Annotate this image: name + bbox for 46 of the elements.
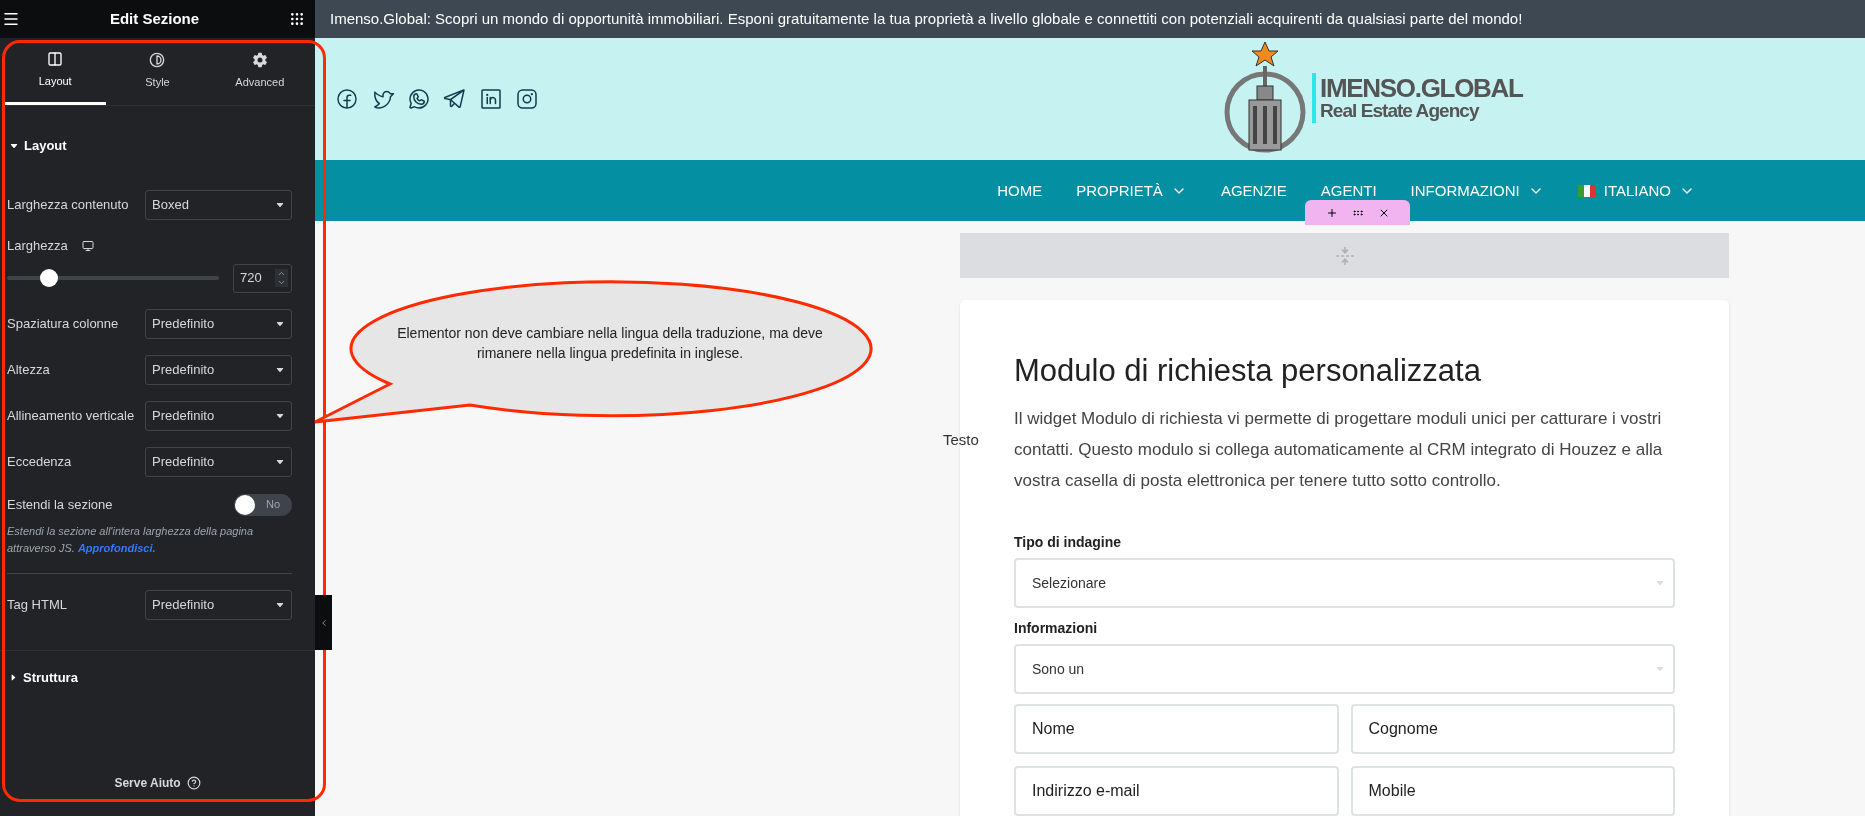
- field-label: Tipo di indagine: [1014, 532, 1123, 552]
- panel-title: Edit Sezione: [109, 8, 200, 29]
- dropdown-select[interactable]: Predefinito: [145, 446, 292, 477]
- select-field[interactable]: Selezionare: [1014, 557, 1675, 608]
- annotation-text: Elementor non deve cambiare nella lingua della traduzione, ma deve rimanere nella lingua predefinita in inglese.: [396, 324, 824, 363]
- panel-tab[interactable]: Style: [106, 38, 209, 105]
- field-label: Informazioni: [1014, 618, 1099, 638]
- section-header[interactable]: Struttura: [9, 667, 308, 687]
- dropdown-select[interactable]: Predefinito: [145, 308, 292, 339]
- panel-tab[interactable]: Advanced: [208, 38, 311, 105]
- logo-name: IMENSO.GLOBAL: [1320, 75, 1523, 101]
- help-text: Estendi la sezione all'intera larghezza della pagina attraverso JS. Approfondisci.: [7, 523, 255, 556]
- control-label: Estendi la sezione: [7, 495, 113, 514]
- nav-link[interactable]: AGENTI: [1320, 183, 1377, 198]
- dropdown-select[interactable]: Predefinito: [145, 589, 292, 620]
- nav-link[interactable]: ITALIANO: [1577, 182, 1695, 199]
- nav-link[interactable]: INFORMAZIONI: [1410, 182, 1544, 199]
- text-input[interactable]: Nome: [1014, 703, 1339, 754]
- control-label: Spaziatura colonne: [7, 314, 119, 333]
- text-input[interactable]: Mobile: [1350, 765, 1675, 816]
- control-label: Altezza: [7, 360, 50, 379]
- widget-label: Testo: [943, 430, 979, 450]
- form-description: Il widget Modulo di richiesta vi permette di progettare moduli unici per catturare i vostri contatti. Questo modulo si collega automaticamente al CRM integrato di Houzez e alla vostra casella di posta elettronica per tenere tutto sotto controllo.: [1014, 407, 1664, 492]
- dropdown-select[interactable]: Predefinito: [145, 400, 292, 431]
- text-input[interactable]: Indirizzo e-mail: [1014, 765, 1339, 816]
- help-link[interactable]: Serve Aiuto: [114, 774, 181, 792]
- dropdown-select[interactable]: Predefinito: [145, 354, 292, 385]
- learn-more-link[interactable]: Approfondisci.: [77, 541, 156, 554]
- control-label: Eccedenza: [7, 452, 72, 471]
- control-label: Allineamento verticale: [7, 406, 135, 425]
- select-field[interactable]: Sono un: [1014, 643, 1675, 694]
- nav-link[interactable]: PROPRIETÀ: [1076, 182, 1187, 199]
- toggle-switch[interactable]: No: [234, 493, 292, 516]
- panel-tab[interactable]: Layout: [4, 38, 107, 105]
- control-label: Larghezza contenuto: [7, 195, 129, 214]
- logo-tagline: Real Estate Agency: [1320, 101, 1481, 120]
- nav-link[interactable]: HOME: [997, 183, 1043, 198]
- nav-link[interactable]: AGENZIE: [1220, 183, 1287, 198]
- dropdown-select[interactable]: Boxed: [145, 189, 292, 220]
- form-title: Modulo di richiesta personalizzata: [1014, 352, 1482, 390]
- section-header[interactable]: Layout: [9, 136, 308, 156]
- number-input[interactable]: 720: [233, 263, 292, 293]
- control-label: Tag HTML: [7, 595, 67, 614]
- announcement-text: Imenso.Global: Scopri un mondo di opportunità immobiliari. Esponi gratuitamente la tua proprietà a livello globale e connettiti con potenziali acquirenti da qualsiasi parte del mondo!: [330, 8, 1523, 29]
- control-label: Larghezza: [7, 236, 68, 255]
- text-input[interactable]: Cognome: [1350, 703, 1675, 754]
